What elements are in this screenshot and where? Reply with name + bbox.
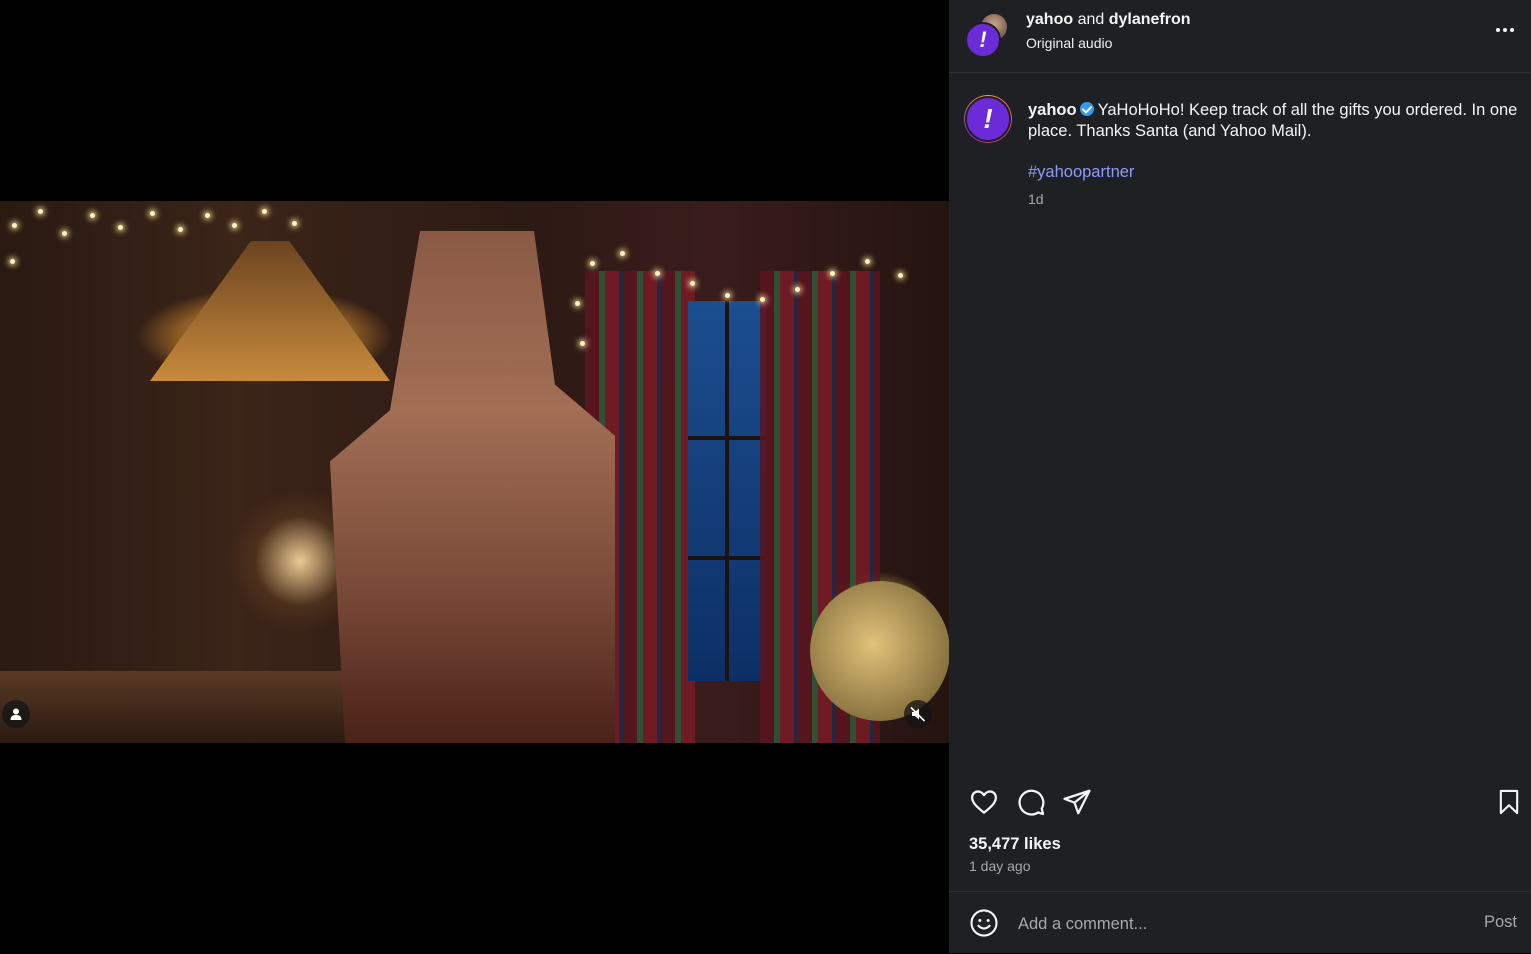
more-options-button[interactable]	[1493, 18, 1517, 42]
bookmark-icon	[1499, 789, 1519, 815]
post-caption: yahoo YaHoHoHo! Keep track of all the gif…	[1028, 100, 1523, 142]
comment-bubble-icon	[1018, 789, 1045, 816]
video-frame-lights	[0, 201, 949, 346]
media-area	[0, 0, 949, 953]
person-icon	[10, 708, 22, 720]
action-bar	[949, 780, 1531, 824]
post-timestamp: 1d	[1028, 191, 1044, 207]
caption-username[interactable]: yahoo	[1028, 101, 1077, 119]
more-dot-icon	[1503, 28, 1507, 32]
likes-count[interactable]: 35,477 likes	[969, 835, 1061, 854]
post-date: 1 day ago	[969, 858, 1031, 874]
username-link-yahoo[interactable]: yahoo	[1026, 11, 1073, 28]
caption-avatar[interactable]: !	[964, 95, 1012, 143]
collab-conjunction: and	[1077, 11, 1105, 28]
mute-toggle-button[interactable]	[904, 700, 932, 728]
post-side-panel: ! yahoo and dylanefron Original audio ! …	[949, 0, 1531, 953]
video-frame-globe	[810, 581, 949, 721]
emoji-button[interactable]	[969, 908, 999, 938]
yahoo-avatar: !	[965, 22, 1001, 58]
comment-button[interactable]	[1015, 786, 1047, 818]
yahoo-logo-icon: !	[979, 27, 987, 52]
comment-bar: Post	[949, 891, 1531, 954]
more-dot-icon	[1496, 28, 1500, 32]
yahoo-avatar: !	[965, 96, 1011, 142]
username-link-dylanefron[interactable]: dylanefron	[1109, 11, 1191, 28]
video-frame-window	[688, 301, 766, 681]
heart-icon	[971, 790, 997, 814]
post-comment-button[interactable]: Post	[1484, 913, 1517, 932]
verified-badge-icon	[1079, 102, 1094, 116]
emoji-smiley-icon	[970, 909, 998, 937]
hashtag-link[interactable]: #yahoopartner	[1028, 163, 1134, 182]
share-button[interactable]	[1061, 786, 1093, 818]
audio-link[interactable]: Original audio	[1026, 35, 1112, 51]
post-header: ! yahoo and dylanefron Original audio	[949, 0, 1531, 73]
tagged-users-button[interactable]	[2, 700, 30, 728]
send-paper-plane-icon	[1063, 789, 1091, 815]
like-button[interactable]	[968, 786, 1000, 818]
collab-avatars[interactable]: !	[965, 12, 1009, 58]
speaker-muted-icon	[910, 706, 926, 722]
yahoo-logo-icon: !	[983, 103, 993, 134]
caption-text: YaHoHoHo! Keep track of all the gifts yo…	[1028, 101, 1518, 140]
video-player[interactable]	[0, 201, 949, 743]
comment-input[interactable]	[1016, 910, 1460, 938]
more-dot-icon	[1510, 28, 1514, 32]
collab-names: yahoo and dylanefron	[1026, 11, 1191, 29]
save-button[interactable]	[1493, 786, 1525, 818]
